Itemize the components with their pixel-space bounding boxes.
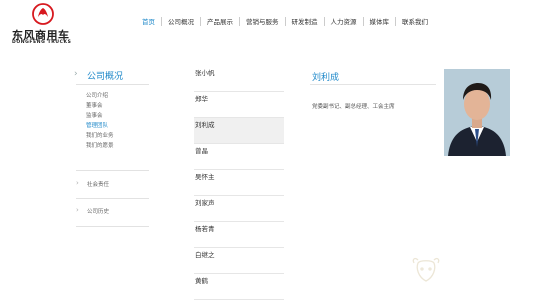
list-item[interactable]: 刘利成 [194, 118, 284, 144]
nav-item-products[interactable]: 产品展示 [201, 16, 239, 26]
nav-item-hr[interactable]: 人力资源 [325, 16, 363, 26]
people-list: 张小帆 郑华 刘利成 曾晶 吴怀主 刘家声 杨若青 白继之 黄鹤 [194, 66, 284, 300]
nav-item-media[interactable]: 媒体库 [364, 16, 396, 26]
chevron-right-icon: › [74, 69, 78, 79]
sidebar-divider [76, 170, 149, 171]
sidebar-item-supervisors[interactable]: 监事会 [86, 111, 114, 121]
nav-item-rd[interactable]: 研发制造 [286, 16, 324, 26]
sidebar-item-vision[interactable]: 我们的愿景 [86, 141, 114, 151]
sidebar-divider [76, 226, 149, 227]
nav-item-company[interactable]: 公司概况 [162, 16, 200, 26]
sidebar-item-business[interactable]: 我们的业务 [86, 131, 114, 141]
list-item[interactable]: 曾晶 [194, 144, 284, 170]
list-item[interactable]: 黄鹤 [194, 274, 284, 300]
sidebar-item-management[interactable]: 管理团队 [86, 121, 114, 131]
portrait-image [444, 69, 510, 156]
nav-item-contact[interactable]: 联系我们 [396, 16, 434, 26]
nav-item-home[interactable]: 首页 [136, 16, 161, 26]
sidebar-item-board[interactable]: 董事会 [86, 101, 114, 111]
list-item[interactable]: 郑华 [194, 92, 284, 118]
brand-name-en: DONGFENG TRUCKS [12, 40, 72, 45]
sidebar-item-intro[interactable]: 公司介绍 [86, 91, 114, 101]
person-name-heading: 刘利成 [312, 73, 340, 83]
list-item[interactable]: 刘家声 [194, 196, 284, 222]
person-photo [444, 69, 510, 156]
sidebar-divider [76, 84, 149, 85]
chevron-right-icon: › [76, 206, 79, 214]
chevron-right-icon: › [76, 179, 79, 187]
list-item[interactable]: 吴怀主 [194, 170, 284, 196]
list-item[interactable]: 白继之 [194, 248, 284, 274]
list-item[interactable]: 张小帆 [194, 66, 284, 92]
dongfeng-logo-icon [32, 3, 54, 25]
sidebar-sub-list: 公司介绍 董事会 监事会 管理团队 我们的业务 我们的愿景 [86, 91, 114, 151]
person-title: 党委副书记、副总经理、工会主席 [312, 104, 395, 110]
bull-watermark-icon [412, 257, 440, 282]
brand-logo[interactable]: 东风商用车 DONGFENG TRUCKS [6, 3, 86, 45]
nav-item-marketing[interactable]: 营销与服务 [240, 16, 285, 26]
list-item[interactable]: 杨若青 [194, 222, 284, 248]
detail-divider [310, 84, 436, 85]
top-nav: 首页 公司概况 产品展示 营销与服务 研发制造 人力资源 媒体库 联系我们 [136, 16, 434, 26]
sidebar-divider [76, 198, 149, 199]
